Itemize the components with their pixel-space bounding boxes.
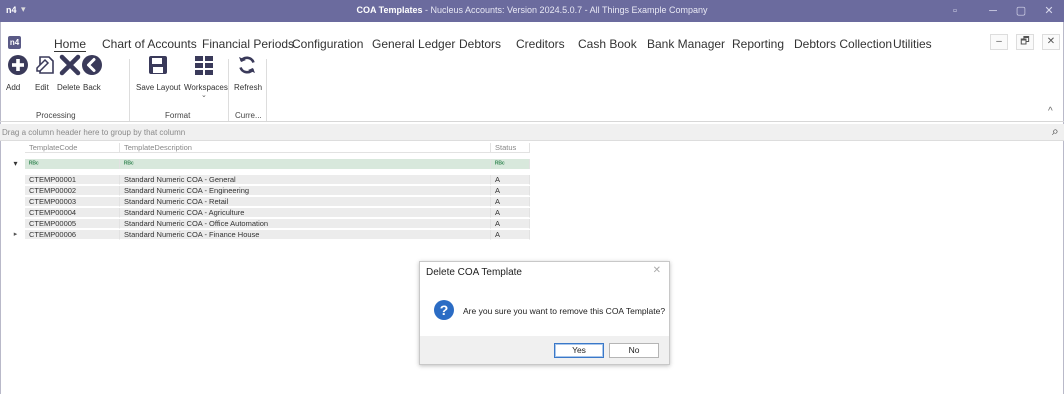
delete-label: Delete bbox=[57, 83, 81, 92]
cell-status: A bbox=[491, 219, 530, 229]
cell-status: A bbox=[491, 175, 530, 185]
edit-label: Edit bbox=[35, 83, 49, 92]
refresh-button[interactable]: Refresh bbox=[232, 54, 262, 92]
window-title: COA Templates - Nucleus Accounts: Versio… bbox=[356, 5, 708, 15]
filter-status[interactable]: ᴿᴮᶜ bbox=[491, 159, 530, 169]
add-button[interactable]: Add bbox=[6, 54, 30, 92]
ribbon-tabs: n4 Home Chart of Accounts Financial Peri… bbox=[8, 36, 1064, 54]
cell-templatecode: CTEMP00001 bbox=[25, 175, 120, 185]
ribbon-collapse-button[interactable]: ^ bbox=[1048, 106, 1053, 117]
tab-debtors[interactable]: Debtors bbox=[459, 37, 501, 51]
cell-status: A bbox=[491, 208, 530, 218]
mdi-restore-button[interactable]: 🗗 bbox=[1016, 34, 1034, 50]
restore-layout-button[interactable]: ▫ bbox=[946, 3, 964, 19]
dialog-message: Are you sure you want to remove this COA… bbox=[463, 306, 666, 316]
tab-configuration[interactable]: Configuration bbox=[292, 37, 363, 51]
mdi-close-button[interactable]: ✕ bbox=[1042, 34, 1060, 50]
tab-debtors-collection[interactable]: Debtors Collection bbox=[794, 37, 892, 51]
delete-coa-template-dialog: Delete COA Template ✕ ? Are you sure you… bbox=[419, 261, 670, 365]
tab-reporting[interactable]: Reporting bbox=[732, 37, 784, 51]
back-label: Back bbox=[83, 83, 101, 92]
add-label: Add bbox=[6, 83, 21, 92]
ribbon-group-separator bbox=[266, 59, 267, 121]
no-button[interactable]: No bbox=[609, 343, 659, 358]
cell-templatedescription: Standard Numeric COA - Finance House bbox=[120, 230, 491, 240]
workspaces-button[interactable]: Workspaces ⌄ bbox=[184, 54, 228, 99]
filter-templatecode[interactable]: ᴿᴮᶜ bbox=[25, 159, 120, 169]
maximize-button[interactable]: ▢ bbox=[1012, 3, 1030, 19]
tab-creditors[interactable]: Creditors bbox=[516, 37, 565, 51]
cell-templatecode: CTEMP00002 bbox=[25, 186, 120, 196]
tab-bank-manager[interactable]: Bank Manager bbox=[647, 37, 725, 51]
workspaces-dropdown-icon: ⌄ bbox=[201, 92, 207, 99]
tab-cash-book[interactable]: Cash Book bbox=[578, 37, 637, 51]
window-titlebar: n4 ▾ COA Templates - Nucleus Accounts: V… bbox=[0, 0, 1064, 22]
save-disk-icon bbox=[149, 56, 167, 74]
back-button[interactable]: Back bbox=[80, 54, 104, 92]
group-by-hint: Drag a column header here to group by th… bbox=[2, 128, 186, 137]
cell-templatedescription: Standard Numeric COA - Retail bbox=[120, 197, 491, 207]
cell-templatecode: CTEMP00006 bbox=[25, 230, 120, 240]
ribbon-group-separator bbox=[228, 59, 229, 121]
add-icon bbox=[8, 55, 28, 75]
tab-general-ledger[interactable]: General Ledger bbox=[372, 37, 455, 51]
cell-status: A bbox=[491, 186, 530, 196]
group-label-processing: Processing bbox=[36, 111, 76, 120]
dialog-close-icon[interactable]: ✕ bbox=[653, 265, 661, 276]
dialog-footer: Yes No bbox=[420, 336, 669, 364]
group-by-panel[interactable]: Drag a column header here to group by th… bbox=[0, 124, 1064, 141]
tab-home[interactable]: Home bbox=[54, 37, 86, 51]
question-icon: ? bbox=[434, 300, 454, 320]
cell-status: A bbox=[491, 230, 530, 240]
save-layout-button[interactable]: Save Layout bbox=[136, 54, 180, 92]
cell-templatedescription: Standard Numeric COA - Office Automation bbox=[120, 219, 491, 229]
dialog-title: Delete COA Template bbox=[426, 267, 522, 278]
search-icon[interactable]: ⌕ bbox=[1052, 124, 1059, 139]
mdi-minimize-button[interactable]: – bbox=[990, 34, 1008, 50]
ribbon-panel: Add Edit Delete Back Save Layout Workspa… bbox=[0, 54, 1064, 122]
column-header-status[interactable]: Status bbox=[491, 143, 530, 153]
yes-button[interactable]: Yes bbox=[554, 343, 604, 358]
tab-chart-of-accounts[interactable]: Chart of Accounts bbox=[102, 37, 197, 51]
edit-icon bbox=[36, 56, 54, 74]
back-arrow-icon bbox=[82, 55, 102, 75]
delete-x-icon bbox=[59, 54, 81, 76]
refresh-icon bbox=[239, 56, 255, 74]
tab-financial-periods[interactable]: Financial Periods bbox=[202, 37, 294, 51]
column-header-templatedescription[interactable]: TemplateDescription bbox=[120, 143, 491, 153]
cell-status: A bbox=[491, 197, 530, 207]
ribbon-app-menu-icon[interactable]: n4 bbox=[8, 36, 21, 49]
group-label-format: Format bbox=[165, 111, 191, 120]
current-row-indicator-icon: ▸ bbox=[13, 231, 18, 238]
edit-button[interactable]: Edit bbox=[32, 54, 58, 92]
column-header-templatecode[interactable]: TemplateCode bbox=[25, 143, 120, 153]
save-layout-label: Save Layout bbox=[136, 83, 181, 92]
cell-templatedescription: Standard Numeric COA - Engineering bbox=[120, 186, 491, 196]
close-button[interactable]: ✕ bbox=[1040, 3, 1058, 19]
filter-icon[interactable]: ▾ bbox=[11, 159, 20, 169]
cell-templatedescription: Standard Numeric COA - Agriculture bbox=[120, 208, 491, 218]
refresh-label: Refresh bbox=[234, 83, 263, 92]
tab-utilities[interactable]: Utilities bbox=[893, 37, 932, 51]
group-label-current: Curre... bbox=[235, 111, 262, 120]
cell-templatedescription: Standard Numeric COA - General bbox=[120, 175, 491, 185]
cell-templatecode: CTEMP00004 bbox=[25, 208, 120, 218]
cell-templatecode: CTEMP00003 bbox=[25, 197, 120, 207]
minimize-button[interactable]: ─ bbox=[984, 3, 1002, 19]
cell-templatecode: CTEMP00005 bbox=[25, 219, 120, 229]
filter-templatedescription[interactable]: ᴿᴮᶜ bbox=[120, 159, 491, 169]
ribbon-group-separator bbox=[129, 59, 130, 121]
workspaces-grid-icon bbox=[195, 56, 213, 75]
